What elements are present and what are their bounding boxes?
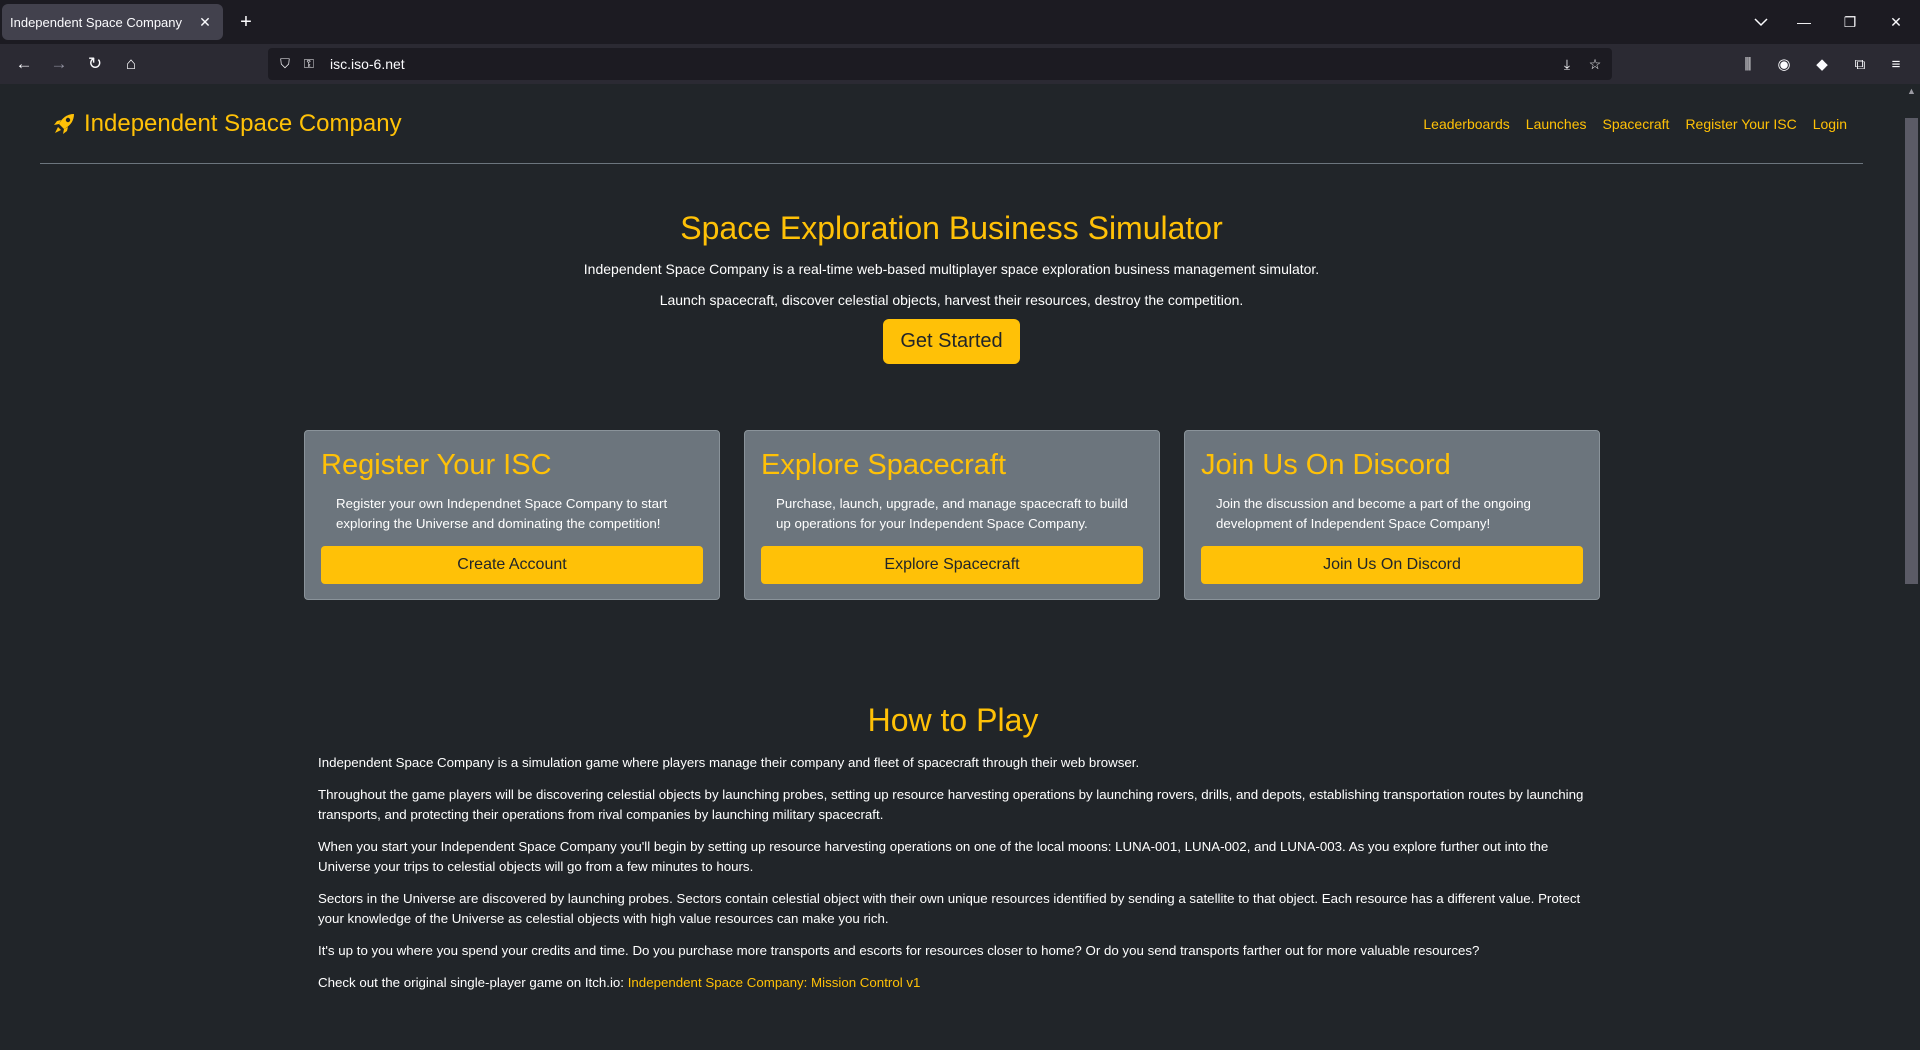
home-icon[interactable]: ⌂: [117, 50, 145, 78]
nav-spacecraft[interactable]: Spacecraft: [1603, 116, 1670, 132]
browser-tab[interactable]: Independent Space Company ✕: [2, 4, 223, 40]
new-tab-icon[interactable]: +: [234, 10, 258, 34]
card-text: Join the discussion and become a part of…: [1216, 496, 1531, 531]
back-icon[interactable]: ←: [10, 50, 38, 78]
site-info-icon[interactable]: ⚿: [298, 53, 320, 75]
minimize-icon[interactable]: —: [1784, 8, 1824, 36]
hero-line-1: Independent Space Company is a real-time…: [583, 261, 1320, 277]
hero-title: Space Exploration Business Simulator: [680, 210, 1223, 246]
browser-tabbar: Independent Space Company ✕ + — ❐ ✕: [0, 0, 1920, 44]
card-title: Join Us On Discord: [1201, 449, 1451, 481]
site-nav: Leaderboards Launches Spacecraft Registe…: [1423, 116, 1847, 132]
paragraph-itch: Check out the original single-player gam…: [318, 973, 1588, 993]
card-title: Explore Spacecraft: [761, 449, 1007, 481]
nav-leaderboards[interactable]: Leaderboards: [1423, 116, 1509, 132]
library-icon[interactable]: ⫼: [1734, 50, 1762, 78]
brand-link[interactable]: Independent Space Company: [50, 110, 402, 138]
site-header: Independent Space Company Leaderboards L…: [40, 84, 1863, 164]
card-title: Register Your ISC: [321, 449, 552, 481]
scrollbar-thumb[interactable]: [1905, 118, 1918, 584]
close-tab-icon[interactable]: ✕: [195, 12, 215, 32]
page-content: Independent Space Company Leaderboards L…: [0, 84, 1903, 1050]
create-account-button[interactable]: Create Account: [321, 546, 703, 584]
restore-icon[interactable]: ❐: [1830, 8, 1870, 36]
feature-cards: Register Your ISC Register your own Inde…: [304, 430, 1600, 600]
tab-title: Independent Space Company: [10, 14, 183, 30]
bookmark-star-icon[interactable]: ☆: [1584, 53, 1606, 75]
how-to-play-section: How to Play Independent Space Company is…: [318, 702, 1588, 1005]
tab-list-chevron-icon[interactable]: [1741, 8, 1781, 36]
card-text: Register your own Independnet Space Comp…: [336, 496, 668, 531]
paragraph: Independent Space Company is a simulatio…: [318, 755, 1140, 770]
window-close-icon[interactable]: ✕: [1876, 8, 1916, 36]
card-register: Register Your ISC Register your own Inde…: [304, 430, 720, 600]
forward-icon[interactable]: →: [45, 50, 73, 78]
paragraph: Throughout the game players will be disc…: [318, 787, 1584, 822]
paragraph: It's up to you where you spend your cred…: [318, 943, 1480, 958]
join-discord-button[interactable]: Join Us On Discord: [1201, 546, 1583, 584]
install-icon[interactable]: ⤓: [1556, 53, 1578, 75]
nav-register[interactable]: Register Your ISC: [1685, 116, 1796, 132]
card-discord: Join Us On Discord Join the discussion a…: [1184, 430, 1600, 600]
itch-prefix: Check out the original single-player gam…: [318, 975, 628, 990]
itch-link[interactable]: Independent Space Company: Mission Contr…: [628, 975, 921, 990]
url-text[interactable]: isc.iso-6.net: [330, 56, 405, 72]
menu-icon[interactable]: ≡: [1882, 50, 1910, 78]
card-text: Purchase, launch, upgrade, and manage sp…: [776, 496, 1128, 531]
get-started-button[interactable]: Get Started: [883, 319, 1020, 364]
scroll-up-arrow-icon[interactable]: ▲: [1905, 86, 1918, 100]
url-bar[interactable]: ⛉ ⚿ isc.iso-6.net ⤓ ☆: [268, 48, 1612, 80]
reload-icon[interactable]: ↻: [81, 50, 109, 78]
rocket-icon: [54, 113, 74, 134]
extensions-icon[interactable]: ⧉: [1846, 50, 1874, 78]
hero-section: Space Exploration Business Simulator Ind…: [0, 210, 1903, 364]
paragraph: When you start your Independent Space Co…: [318, 839, 1549, 874]
hero-line-2: Launch spacecraft, discover celestial ob…: [659, 292, 1244, 308]
brand-name[interactable]: Independent Space Company: [84, 110, 402, 138]
browser-navbar: ← → ↻ ⌂ ⛉ ⚿ isc.iso-6.net ⤓ ☆ ⫼ ◉ ◆ ⧉ ≡: [0, 44, 1920, 84]
paragraph: Sectors in the Universe are discovered b…: [318, 891, 1581, 926]
explore-spacecraft-button[interactable]: Explore Spacecraft: [761, 546, 1143, 584]
extension-avatar-icon[interactable]: ◆: [1808, 50, 1836, 78]
nav-login[interactable]: Login: [1813, 116, 1847, 132]
shield-icon[interactable]: ⛉: [274, 53, 296, 75]
card-spacecraft: Explore Spacecraft Purchase, launch, upg…: [744, 430, 1160, 600]
nav-launches[interactable]: Launches: [1526, 116, 1587, 132]
account-icon[interactable]: ◉: [1770, 50, 1798, 78]
section-title: How to Play: [867, 702, 1039, 738]
